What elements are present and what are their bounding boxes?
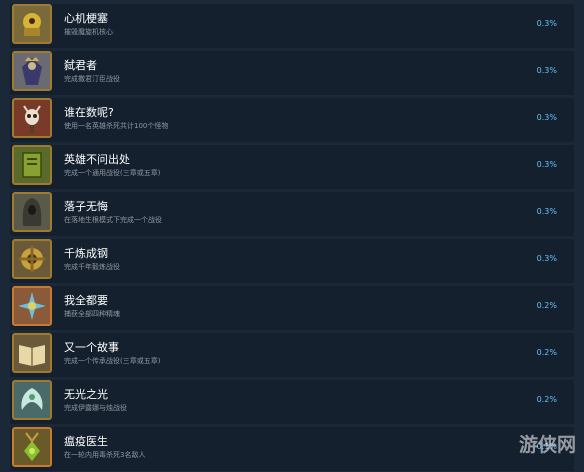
achievement-description: 摧毁魔旋机核心 xyxy=(64,28,113,36)
achievement-row[interactable]: 又一个故事 完成一个传承战役(三章或五章) 0.2% xyxy=(10,333,574,377)
achievement-row[interactable]: 谁在数呢? 使用一名英雄杀死共计100个怪物 0.3% xyxy=(10,98,574,142)
achievement-description: 捕获全部四种精魂 xyxy=(64,310,120,318)
achievement-row[interactable]: 心机梗塞 摧毁魔旋机核心 0.3% xyxy=(10,4,574,48)
unlock-percentage: 0.3% xyxy=(536,113,557,122)
unlock-percentage: 0.3% xyxy=(536,19,557,28)
achievement-description: 完成一个通用战役(三章或五章) xyxy=(64,169,161,177)
achievement-description: 使用一名英雄杀死共计100个怪物 xyxy=(64,122,169,130)
achievement-row[interactable]: 弑君者 完成撒君汀臣战役 0.3% xyxy=(10,51,574,95)
gear-cross-icon xyxy=(12,239,52,279)
unlock-percentage: 0.1% xyxy=(536,442,557,451)
achievement-title: 又一个故事 xyxy=(64,341,119,354)
achievement-description: 完成一个传承战役(三章或五章) xyxy=(64,357,161,365)
achievement-title: 无光之光 xyxy=(64,388,108,401)
achievement-description: 在一轮内用毒杀死3名敌人 xyxy=(64,451,146,459)
unlock-percentage: 0.3% xyxy=(536,254,557,263)
achievement-title: 我全都要 xyxy=(64,294,108,307)
unlock-percentage: 0.3% xyxy=(536,66,557,75)
achievement-description: 完成撒君汀臣战役 xyxy=(64,75,120,83)
achievement-row[interactable]: 我全都要 捕获全部四种精魂 0.2% xyxy=(10,286,574,330)
achievement-title: 落子无悔 xyxy=(64,200,108,213)
achievement-title: 谁在数呢? xyxy=(64,106,114,119)
achievement-row[interactable]: 英雄不问出处 完成一个通用战役(三章或五章) 0.3% xyxy=(10,145,574,189)
achievement-title: 英雄不问出处 xyxy=(64,153,130,166)
poison-amulet-icon xyxy=(12,427,52,467)
hooded-figure-icon xyxy=(12,192,52,232)
achievement-title: 瘟疫医生 xyxy=(64,435,108,448)
achievement-title: 弑君者 xyxy=(64,59,97,72)
crescent-wings-icon xyxy=(12,380,52,420)
armored-king-icon xyxy=(12,51,52,91)
achievement-row[interactable]: 无光之光 完成伊露娜与烛战役 0.2% xyxy=(10,380,574,424)
unlock-percentage: 0.3% xyxy=(536,207,557,216)
unlock-percentage: 0.2% xyxy=(536,348,557,357)
achievement-row[interactable]: 千炼成钢 完成千年毅炼战役 0.3% xyxy=(10,239,574,283)
achievement-list: 心机梗塞 摧毁魔旋机核心 0.3% 弑君者 完成撒君汀臣战役 0.3% 谁在数呢… xyxy=(0,0,584,472)
open-book-icon xyxy=(12,333,52,373)
achievement-title: 千炼成钢 xyxy=(64,247,108,260)
achievement-description: 完成千年毅炼战役 xyxy=(64,263,120,271)
unlock-percentage: 0.2% xyxy=(536,395,557,404)
unlock-percentage: 0.2% xyxy=(536,301,557,310)
achievement-description: 完成伊露娜与烛战役 xyxy=(64,404,127,412)
skull-staff-icon xyxy=(12,98,52,138)
achievement-title: 心机梗塞 xyxy=(64,12,108,25)
achievement-row[interactable]: 瘟疫医生 在一轮内用毒杀死3名敌人 0.1% xyxy=(10,427,574,471)
crystal-star-icon xyxy=(12,286,52,326)
achievement-description: 在落地生根模式下完成一个战役 xyxy=(64,216,162,224)
achievement-row[interactable]: 落子无悔 在落地生根模式下完成一个战役 0.3% xyxy=(10,192,574,236)
unlock-percentage: 0.3% xyxy=(536,160,557,169)
green-book-icon xyxy=(12,145,52,185)
golden-helmet-icon xyxy=(12,4,52,44)
